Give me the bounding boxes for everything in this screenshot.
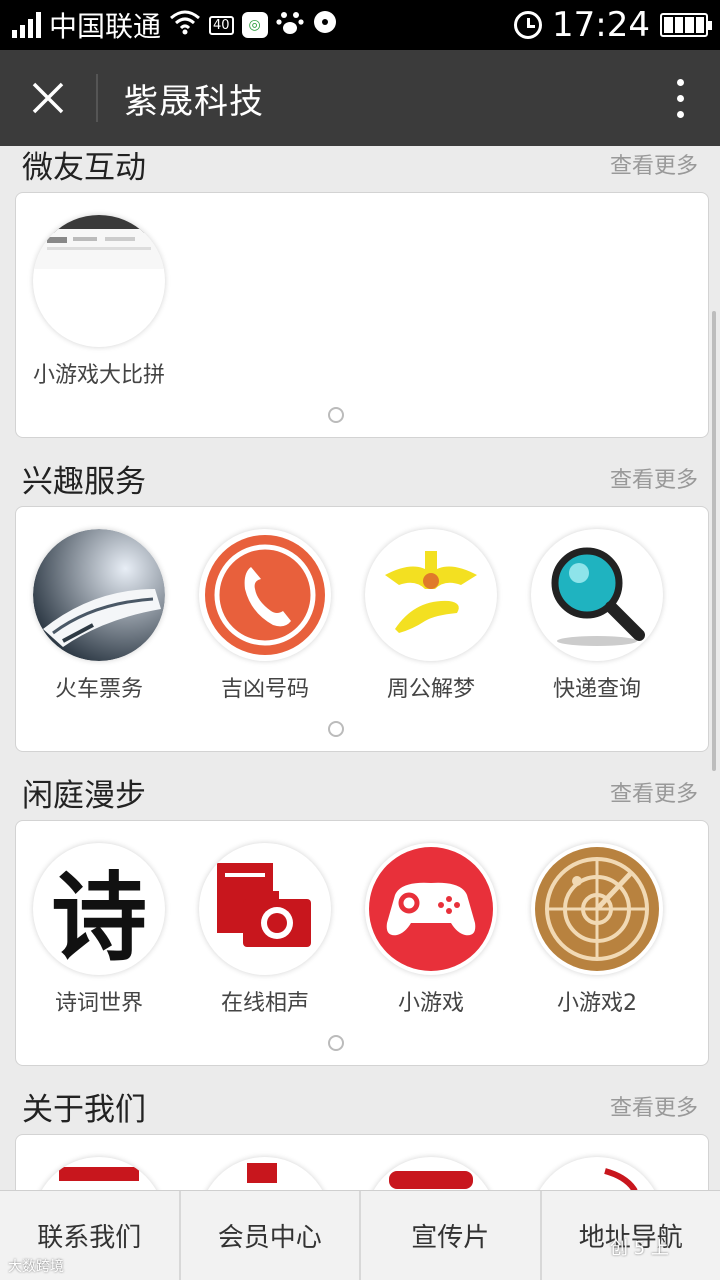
grid-item-label: 小游戏2: [557, 991, 637, 1016]
section-header-about: 关于我们 查看更多: [0, 1078, 720, 1134]
main-content: 微友互动 查看更多 小游戏大比拼 兴趣服务 查看更多 火车票务 吉凶号码 周公解…: [0, 146, 720, 1190]
tab-promo-video[interactable]: 宣传片: [361, 1191, 542, 1280]
scrollbar[interactable]: [712, 311, 716, 771]
section-card-interaction: 小游戏大比拼: [15, 192, 709, 438]
grid-item-mini-game-2[interactable]: 小游戏2: [514, 843, 680, 1019]
grid-item-label: 小游戏: [397, 991, 464, 1016]
radar-icon: [531, 843, 663, 975]
app-notification-icon: ◎: [241, 12, 268, 38]
wifi-icon: [169, 9, 201, 42]
poem-glyph: 诗: [51, 860, 147, 974]
phone-icon: [199, 529, 331, 661]
grid-item-label: 在线相声: [220, 991, 309, 1016]
network-badge: 40: [209, 15, 234, 35]
tab-member-center[interactable]: 会员中心: [181, 1191, 361, 1280]
grid-item-partial[interactable]: [16, 1157, 182, 1190]
grid-item-dream-interpretation[interactable]: 周公解梦: [348, 529, 514, 705]
page-title: 紫晟科技: [124, 81, 264, 122]
grid-item-partial[interactable]: [348, 1157, 514, 1190]
grid-item-express-query[interactable]: 快递查询: [514, 529, 680, 705]
section-header-leisure: 闲庭漫步 查看更多: [0, 764, 720, 820]
document-icon: [199, 1157, 331, 1190]
section-header-interaction: 微友互动 查看更多: [0, 146, 720, 192]
close-button[interactable]: [0, 50, 96, 146]
grid-item-label: 小游戏大比拼: [32, 363, 165, 388]
more-options-button[interactable]: [640, 50, 720, 146]
view-more-link[interactable]: 查看更多: [610, 1090, 698, 1122]
grid-item-partial[interactable]: [182, 1157, 348, 1190]
grid-item-train-tickets[interactable]: 火车票务: [16, 529, 182, 705]
grid-item-lucky-number[interactable]: 吉凶号码: [182, 529, 348, 705]
camera-icon: [199, 843, 331, 975]
signal-icon: [12, 12, 41, 38]
dream-hand-icon: [365, 529, 497, 661]
poem-character-icon: 诗: [33, 843, 165, 975]
grid-item-mini-game[interactable]: 小游戏: [348, 843, 514, 1019]
page-indicator-dot: [328, 1035, 344, 1051]
section-header-interest: 兴趣服务 查看更多: [0, 450, 720, 506]
watermark-left: 大数跨境: [8, 1259, 64, 1275]
gamepad-icon: [365, 843, 497, 975]
section-card-leisure: 诗 诗词世界 在线相声 小游戏 小游戏2: [15, 820, 709, 1066]
grid-item-mini-game-contest[interactable]: 小游戏大比拼: [16, 215, 182, 391]
grid-item-partial[interactable]: [514, 1157, 680, 1190]
grid-item-poetry-world[interactable]: 诗 诗词世界: [16, 843, 182, 1019]
grid-item-label: 诗词世界: [54, 991, 143, 1016]
music-disc-icon: [312, 9, 338, 42]
grid-item-label: 周公解梦: [386, 677, 475, 702]
view-more-link[interactable]: 查看更多: [610, 462, 698, 494]
status-time: 17:24: [552, 5, 650, 45]
alarm-icon: [514, 11, 543, 39]
location-icon: [531, 1157, 663, 1190]
section-title: 兴趣服务: [22, 463, 146, 500]
section-card-about: [15, 1134, 709, 1190]
carrier-label: 中国联通: [49, 10, 162, 43]
screenshot-thumbnail-icon: [33, 215, 165, 347]
video-icon: [365, 1157, 497, 1190]
section-title: 闲庭漫步: [22, 777, 146, 814]
title-bar: 紫晟科技: [0, 50, 720, 146]
page-indicator-dot: [328, 407, 344, 423]
magnifier-icon: [531, 529, 663, 661]
grid-item-label: 吉凶号码: [220, 677, 309, 702]
close-icon: [32, 82, 64, 114]
watermark-right: 创 5 上: [610, 1238, 669, 1259]
baidu-paw-icon: [275, 9, 304, 42]
page-indicator-dot: [328, 721, 344, 737]
train-icon: [33, 529, 165, 661]
section-title: 关于我们: [22, 1091, 146, 1128]
grid-item-label: 快递查询: [552, 677, 641, 702]
nav-divider: [96, 74, 98, 122]
section-title: 微友互动: [22, 149, 146, 186]
status-bar: 中国联通 40 ◎ 17:24: [0, 0, 720, 50]
battery-icon: [660, 13, 712, 37]
view-more-link[interactable]: 查看更多: [610, 776, 698, 808]
brochure-icon: [33, 1157, 165, 1190]
grid-item-label: 火车票务: [54, 677, 143, 702]
view-more-link[interactable]: 查看更多: [610, 148, 698, 180]
section-card-interest: 火车票务 吉凶号码 周公解梦 快递查询: [15, 506, 709, 752]
grid-item-online-crosstalk[interactable]: 在线相声: [182, 843, 348, 1019]
